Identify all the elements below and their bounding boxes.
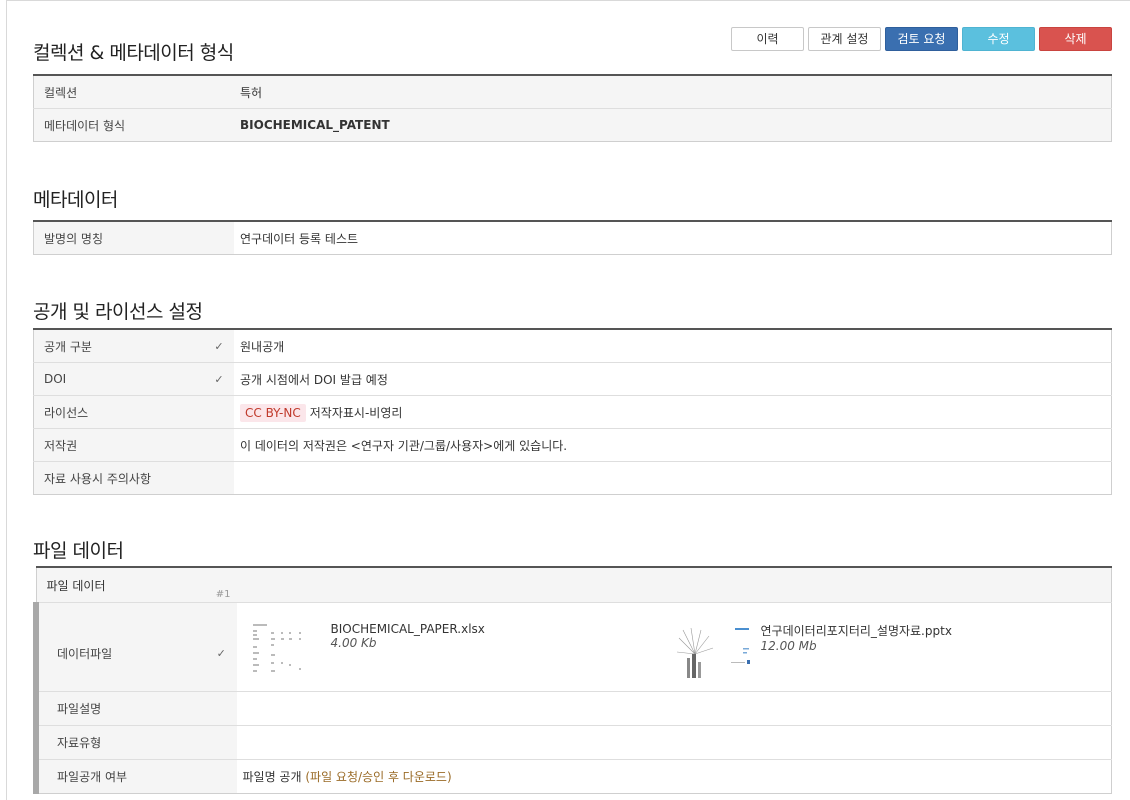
frame-top-border [6,0,1130,1]
file-data-header-label: 파일 데이터 [46,578,106,593]
caution-value [234,462,1112,495]
table-row: 자료 사용시 주의사항 [33,461,1112,495]
file-size: 12.00 Mb [760,639,817,653]
metadata-table: 발명의 명칭 연구데이터 등록 테스트 [33,220,1112,255]
file-public-note: (파일 요청/승인 후 다운로드) [305,770,452,784]
license-table-wrap: 공개 구분 ✓ 원내공개 DOI ✓ 공개 시점에서 DOI 발급 예정 라이선… [33,328,1112,495]
file-data-section: 파일 데이터 [33,536,1112,563]
file-data-header-row: 파일 데이터 #1 [36,567,1112,603]
row-label: 자료 사용시 주의사항 [33,461,204,495]
file-data-table: 파일 데이터 #1 데이터파일 ✓ BIOCHEMICAL_PAPER.xlsx… [33,566,1112,794]
file-description-row: 파일설명 [33,691,1112,726]
table-row: 공개 구분 ✓ 원내공개 [33,329,1112,363]
table-row: DOI ✓ 공개 시점에서 DOI 발급 예정 [33,362,1112,396]
row-label: 메타데이터 형식 [33,108,204,142]
doi-value: 공개 시점에서 DOI 발급 예정 [234,362,1112,396]
chevron-down-icon[interactable]: ✓ [204,329,234,363]
data-file-label: 데이터파일 [33,602,206,692]
license-section-title: 공개 및 라이선스 설정 [33,301,203,323]
copyright-value: 이 데이터의 저작권은 <연구자 기관/그룹/사용자>에게 있습니다. [234,428,1112,462]
data-type-row: 자료유형 [33,725,1112,760]
metadata-table-wrap: 발명의 명칭 연구데이터 등록 테스트 [33,220,1112,255]
row-label: 컬렉션 [33,75,204,109]
row-label: 라이선스 [33,395,204,429]
file-index-badge: #1 [215,589,231,600]
file-item[interactable]: BIOCHEMICAL_PAPER.xlsx 4.00 Kb [243,618,673,684]
license-value: 저작자표시-비영리 [309,405,403,420]
file-public-value: 파일명 공개 [242,770,302,784]
metadata-section: 메타데이터 [33,185,1112,212]
open-type-value: 원내공개 [234,329,1112,363]
file-name[interactable]: 연구데이터리포지터리_설명자료.pptx [761,622,952,639]
row-label: 저작권 [33,428,204,462]
license-section: 공개 및 라이선스 설정 [33,297,1112,324]
collection-value: 특허 [234,75,1112,109]
file-item[interactable]: 연구데이터리포지터리_설명자료.pptx 12.00 Mb [672,618,1103,684]
file-public-label: 파일공개 여부 [33,759,206,794]
row-label: DOI [33,362,204,396]
file-list: BIOCHEMICAL_PAPER.xlsx 4.00 Kb 연구데이터리포지터… [243,610,1112,684]
data-file-row: 데이터파일 ✓ BIOCHEMICAL_PAPER.xlsx 4.00 Kb 연… [33,602,1112,692]
file-description-label: 파일설명 [33,691,206,726]
data-type-value [236,725,1112,760]
file-name[interactable]: BIOCHEMICAL_PAPER.xlsx [331,622,485,636]
file-public-row: 파일공개 여부 파일명 공개 (파일 요청/승인 후 다운로드) [33,759,1112,794]
presentation-thumbnail-icon [672,618,753,684]
chevron-down-icon[interactable]: ✓ [205,602,237,692]
chevron-down-icon[interactable]: ✓ [204,362,234,396]
invention-title-value: 연구데이터 등록 테스트 [240,231,359,246]
row-label: 공개 구분 [33,329,204,363]
metadata-section-title: 메타데이터 [33,189,118,211]
table-row: 저작권 이 데이터의 저작권은 <연구자 기관/그룹/사용자>에게 있습니다. [33,428,1112,462]
license-badge: CC BY-NC [240,403,306,422]
table-row: 발명의 명칭 연구데이터 등록 테스트 [33,221,1112,255]
spreadsheet-thumbnail-icon [243,618,323,684]
table-row: 메타데이터 형식 BIOCHEMICAL_PATENT [33,108,1112,142]
collection-section-title: 컬렉션 & 메타데이터 형식 [33,42,234,64]
frame-left-border [6,0,7,800]
row-label: 발명의 명칭 [33,221,204,255]
collection-section: 컬렉션 & 메타데이터 형식 [33,38,1112,65]
file-description-value [236,691,1112,726]
file-data-table-wrap: 파일 데이터 #1 데이터파일 ✓ BIOCHEMICAL_PAPER.xlsx… [33,566,1112,794]
table-row: 컬렉션 특허 [33,75,1112,109]
collection-table-wrap: 컬렉션 특허 메타데이터 형식 BIOCHEMICAL_PATENT [33,74,1112,142]
file-size: 4.00 Kb [330,636,377,650]
file-data-section-title: 파일 데이터 [33,540,124,562]
collection-table: 컬렉션 특허 메타데이터 형식 BIOCHEMICAL_PATENT [33,74,1112,142]
metadata-format-value: BIOCHEMICAL_PATENT [234,108,1112,142]
table-row: 라이선스 CC BY-NC 저작자표시-비영리 [33,395,1112,429]
license-table: 공개 구분 ✓ 원내공개 DOI ✓ 공개 시점에서 DOI 발급 예정 라이선… [33,328,1112,495]
data-type-label: 자료유형 [33,725,206,760]
